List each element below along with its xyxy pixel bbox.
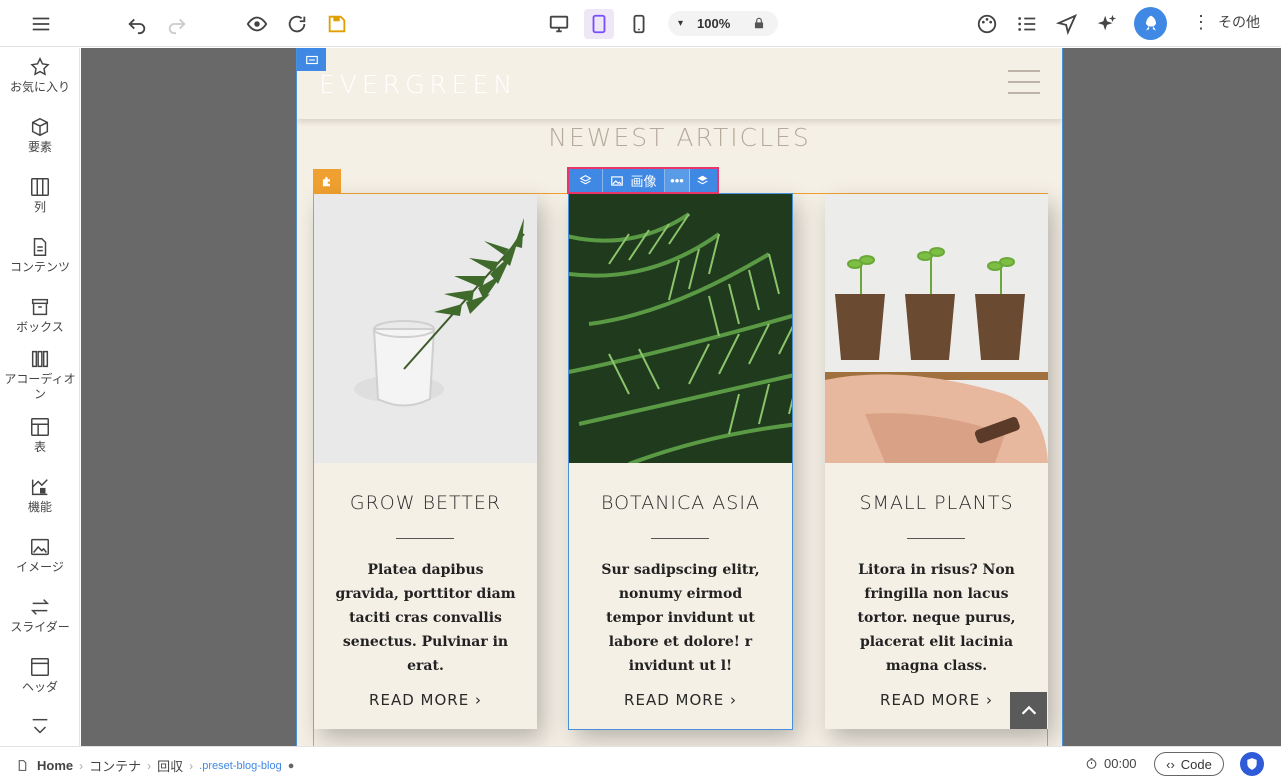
sidebar-scroll-down[interactable] [0,716,79,740]
accordion-icon [31,350,49,368]
card-title[interactable]: SMALL PLANTS [825,492,1048,514]
breadcrumb-collection[interactable]: 回収 [157,756,183,775]
image-type-label[interactable]: 画像 [603,169,665,192]
table-icon [31,418,49,436]
card-title[interactable]: BOTANICA ASIA [569,492,792,514]
sidebar-item-favorites[interactable]: お気に入り [0,56,79,95]
layers-icon[interactable] [569,169,603,192]
card-text: Sur sadipscing elitr, nonumy eirmod temp… [601,562,760,674]
site-menu-hamburger-icon[interactable] [1008,70,1040,98]
header-icon [31,658,49,676]
preview-eye-icon[interactable] [242,9,272,39]
mobile-view-icon[interactable] [624,9,654,39]
ai-sparkle-icon[interactable] [1092,9,1122,39]
more-options-dots-icon[interactable]: ••• [665,169,690,192]
sidebar-item-content[interactable]: コンテンツ [0,236,79,275]
image-icon [611,175,624,186]
read-more-link[interactable]: READ MORE › [569,691,792,709]
breadcrumb-container[interactable]: コンテナ [89,756,141,775]
image-icon [31,538,49,556]
sidebar-item-elements[interactable]: 要素 [0,116,79,155]
card-image-small-plants[interactable] [825,194,1048,463]
section-title: NEWEST ARTICLES [548,123,811,152]
article-gallery: GROW BETTER Platea dapibus gravida, port… [313,193,1048,746]
card-image-glass-leaf[interactable] [314,194,537,463]
features-icon [31,479,48,496]
article-card[interactable]: GROW BETTER Platea dapibus gravida, port… [314,194,537,729]
breadcrumb-home[interactable]: Home [37,758,73,773]
scroll-to-top-button[interactable] [1010,692,1047,729]
card-text: Platea dapibus gravida, porttitor diam t… [335,562,516,674]
element-sidebar: お気に入り 要素 列 コンテンツ ボックス アコーディオン 表 機能 イメージ … [0,48,80,746]
refresh-icon[interactable] [282,9,312,39]
read-more-link[interactable]: READ MORE › [314,691,537,709]
site-header[interactable]: EVERGREEN [297,48,1062,119]
palette-icon[interactable] [972,9,1002,39]
menu-icon[interactable] [26,9,56,39]
card-divider [651,538,709,539]
chevron-down-icon [32,718,48,734]
rocket-icon [1145,15,1156,31]
session-timer: 00:00 [1085,756,1137,771]
code-brackets-icon: ‹› [1166,756,1175,772]
sidebar-item-columns[interactable]: 列 [0,176,79,215]
chevron-up-icon [1021,705,1036,715]
navigate-icon[interactable] [1052,9,1082,39]
site-logo[interactable]: EVERGREEN [319,70,517,99]
save-icon[interactable] [322,9,352,39]
zoom-value: 100% [697,16,731,31]
breadcrumb: Home › コンテナ › 回収 › .preset-blog-blog ● [16,756,294,775]
stack-icon[interactable] [690,169,715,192]
card-divider [396,538,454,539]
puzzle-icon [322,176,330,187]
palette-small-icon[interactable]: ● [288,760,295,772]
sidebar-item-header[interactable]: ヘッダ [0,656,79,695]
editor-canvas: EVERGREEN NEWEST ARTICLES GROW BETTER Pl… [81,48,1281,746]
editor-toolbar: ▾ 100% ⋮ その他 [0,0,1281,47]
page-icon [18,760,27,771]
document-icon [33,238,47,256]
cube-icon [31,117,49,137]
redo-icon[interactable] [162,9,192,39]
sidebar-item-box[interactable]: ボックス [0,296,79,335]
slider-icon [30,599,50,615]
card-title[interactable]: GROW BETTER [314,492,537,514]
status-bar: Home › コンテナ › 回収 › .preset-blog-blog ● 0… [0,746,1281,779]
card-divider [907,538,965,539]
sidebar-item-slider[interactable]: スライダー [0,596,79,635]
security-shield-icon[interactable] [1240,752,1264,776]
columns-icon [31,178,49,196]
sidebar-item-image[interactable]: イメージ [0,536,79,575]
undo-icon[interactable] [122,9,152,39]
star-icon [30,57,50,76]
chevron-down-icon: ▾ [678,18,684,29]
image-element-toolbar: 画像 ••• [567,167,719,194]
vertical-dots-icon: ⋮ [1192,12,1210,32]
article-card[interactable]: SMALL PLANTS Litora in risus? Non fringi… [825,194,1048,729]
sidebar-item-accordion[interactable]: アコーディオン [0,348,79,402]
lock-icon[interactable] [752,16,766,30]
container-icon [305,55,318,64]
article-card[interactable]: BOTANICA ASIA Sur sadipscing elitr, nonu… [568,193,793,730]
publish-rocket-button[interactable] [1134,7,1167,40]
list-icon[interactable] [1012,9,1042,39]
breadcrumb-preset[interactable]: .preset-blog-blog [199,760,282,772]
sidebar-item-table[interactable]: 表 [0,416,79,455]
code-button[interactable]: ‹› Code [1154,752,1224,776]
desktop-view-icon[interactable] [544,9,574,39]
tablet-view-icon[interactable] [584,9,614,39]
stopwatch-icon [1086,758,1097,769]
gallery-module-badge[interactable] [313,169,341,193]
zoom-control[interactable]: ▾ 100% [668,11,778,36]
container-badge[interactable] [297,48,326,71]
more-label: その他 [1218,14,1260,30]
more-menu-button[interactable]: ⋮ その他 [1192,12,1260,32]
card-text: Litora in risus? Non fringilla non lacus… [857,562,1016,674]
sidebar-item-features[interactable]: 機能 [0,476,79,515]
card-image-palm-leaves[interactable] [569,194,792,463]
box-icon [31,298,49,316]
page-preview: EVERGREEN NEWEST ARTICLES GROW BETTER Pl… [296,48,1063,746]
